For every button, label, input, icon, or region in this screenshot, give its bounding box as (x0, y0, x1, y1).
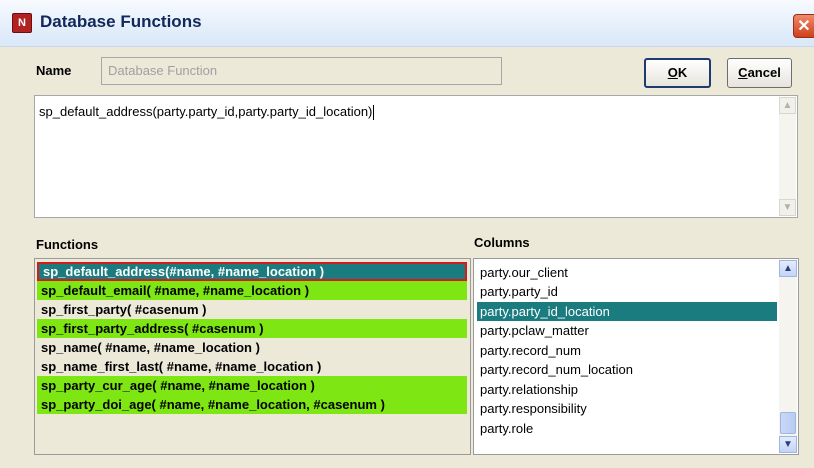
function-item[interactable]: sp_name( #name, #name_location ) (37, 338, 467, 357)
column-item[interactable]: party.relationship (477, 380, 777, 399)
window-title: Database Functions (40, 12, 202, 31)
ok-button-mnemonic: O (667, 65, 678, 80)
name-input[interactable]: Database Function (101, 57, 502, 85)
column-item[interactable]: party.pclaw_matter (477, 321, 777, 340)
columns-label: Columns (474, 235, 530, 250)
columns-list[interactable]: party.our_client party.party_id party.pa… (473, 258, 799, 455)
column-item[interactable]: party.record_num_location (477, 360, 777, 379)
function-item[interactable]: sp_first_party_address( #casenum ) (37, 319, 467, 338)
cancel-button-mnemonic: C (738, 65, 748, 80)
scroll-down-arrow-icon[interactable]: ▼ (779, 199, 796, 216)
cancel-button[interactable]: Cancel (727, 58, 792, 88)
scroll-down-arrow-icon[interactable]: ▼ (779, 436, 797, 453)
column-item[interactable]: party.record_num (477, 341, 777, 360)
scroll-up-arrow-icon[interactable]: ▲ (779, 260, 797, 277)
scroll-up-arrow-icon[interactable]: ▲ (779, 97, 796, 114)
name-input-placeholder: Database Function (108, 63, 218, 78)
function-item[interactable]: sp_first_party( #casenum ) (37, 300, 467, 319)
column-item[interactable]: party.our_client (477, 263, 777, 282)
cancel-button-label: ancel (747, 65, 781, 80)
name-label: Name (36, 63, 72, 78)
column-item[interactable]: party.party_id_location (477, 302, 777, 321)
title-bar[interactable]: N Database Functions ✕ (0, 0, 814, 47)
function-item[interactable]: sp_name_first_last( #name, #name_locatio… (37, 357, 467, 376)
ok-button-label: K (677, 65, 688, 80)
functions-label: Functions (36, 237, 99, 252)
close-icon[interactable]: ✕ (793, 14, 814, 38)
functions-list[interactable]: sp_default_address(#name, #name_location… (34, 258, 471, 455)
function-item[interactable]: sp_party_doi_age( #name, #name_location,… (37, 395, 467, 414)
expression-text: sp_default_address(party.party_id,party.… (39, 104, 375, 121)
expression-textarea[interactable]: sp_default_address(party.party_id,party.… (34, 95, 798, 218)
database-functions-dialog: N Database Functions ✕ Name Database Fun… (0, 0, 814, 468)
column-item[interactable]: party.role (477, 419, 777, 438)
expression-scrollbar[interactable]: ▲ ▼ (779, 97, 796, 216)
scroll-thumb[interactable] (780, 412, 796, 434)
function-item[interactable]: sp_party_cur_age( #name, #name_location … (37, 376, 467, 395)
column-item[interactable]: party.responsibility (477, 399, 777, 418)
ok-button[interactable]: OK (644, 58, 711, 88)
column-item[interactable]: party.party_id (477, 282, 777, 301)
columns-scrollbar[interactable]: ▲ ▼ (779, 260, 797, 453)
text-caret (373, 105, 375, 121)
database-app-icon: N (12, 13, 32, 33)
function-item[interactable]: sp_default_email( #name, #name_location … (37, 281, 467, 300)
function-item[interactable]: sp_default_address(#name, #name_location… (37, 262, 467, 281)
